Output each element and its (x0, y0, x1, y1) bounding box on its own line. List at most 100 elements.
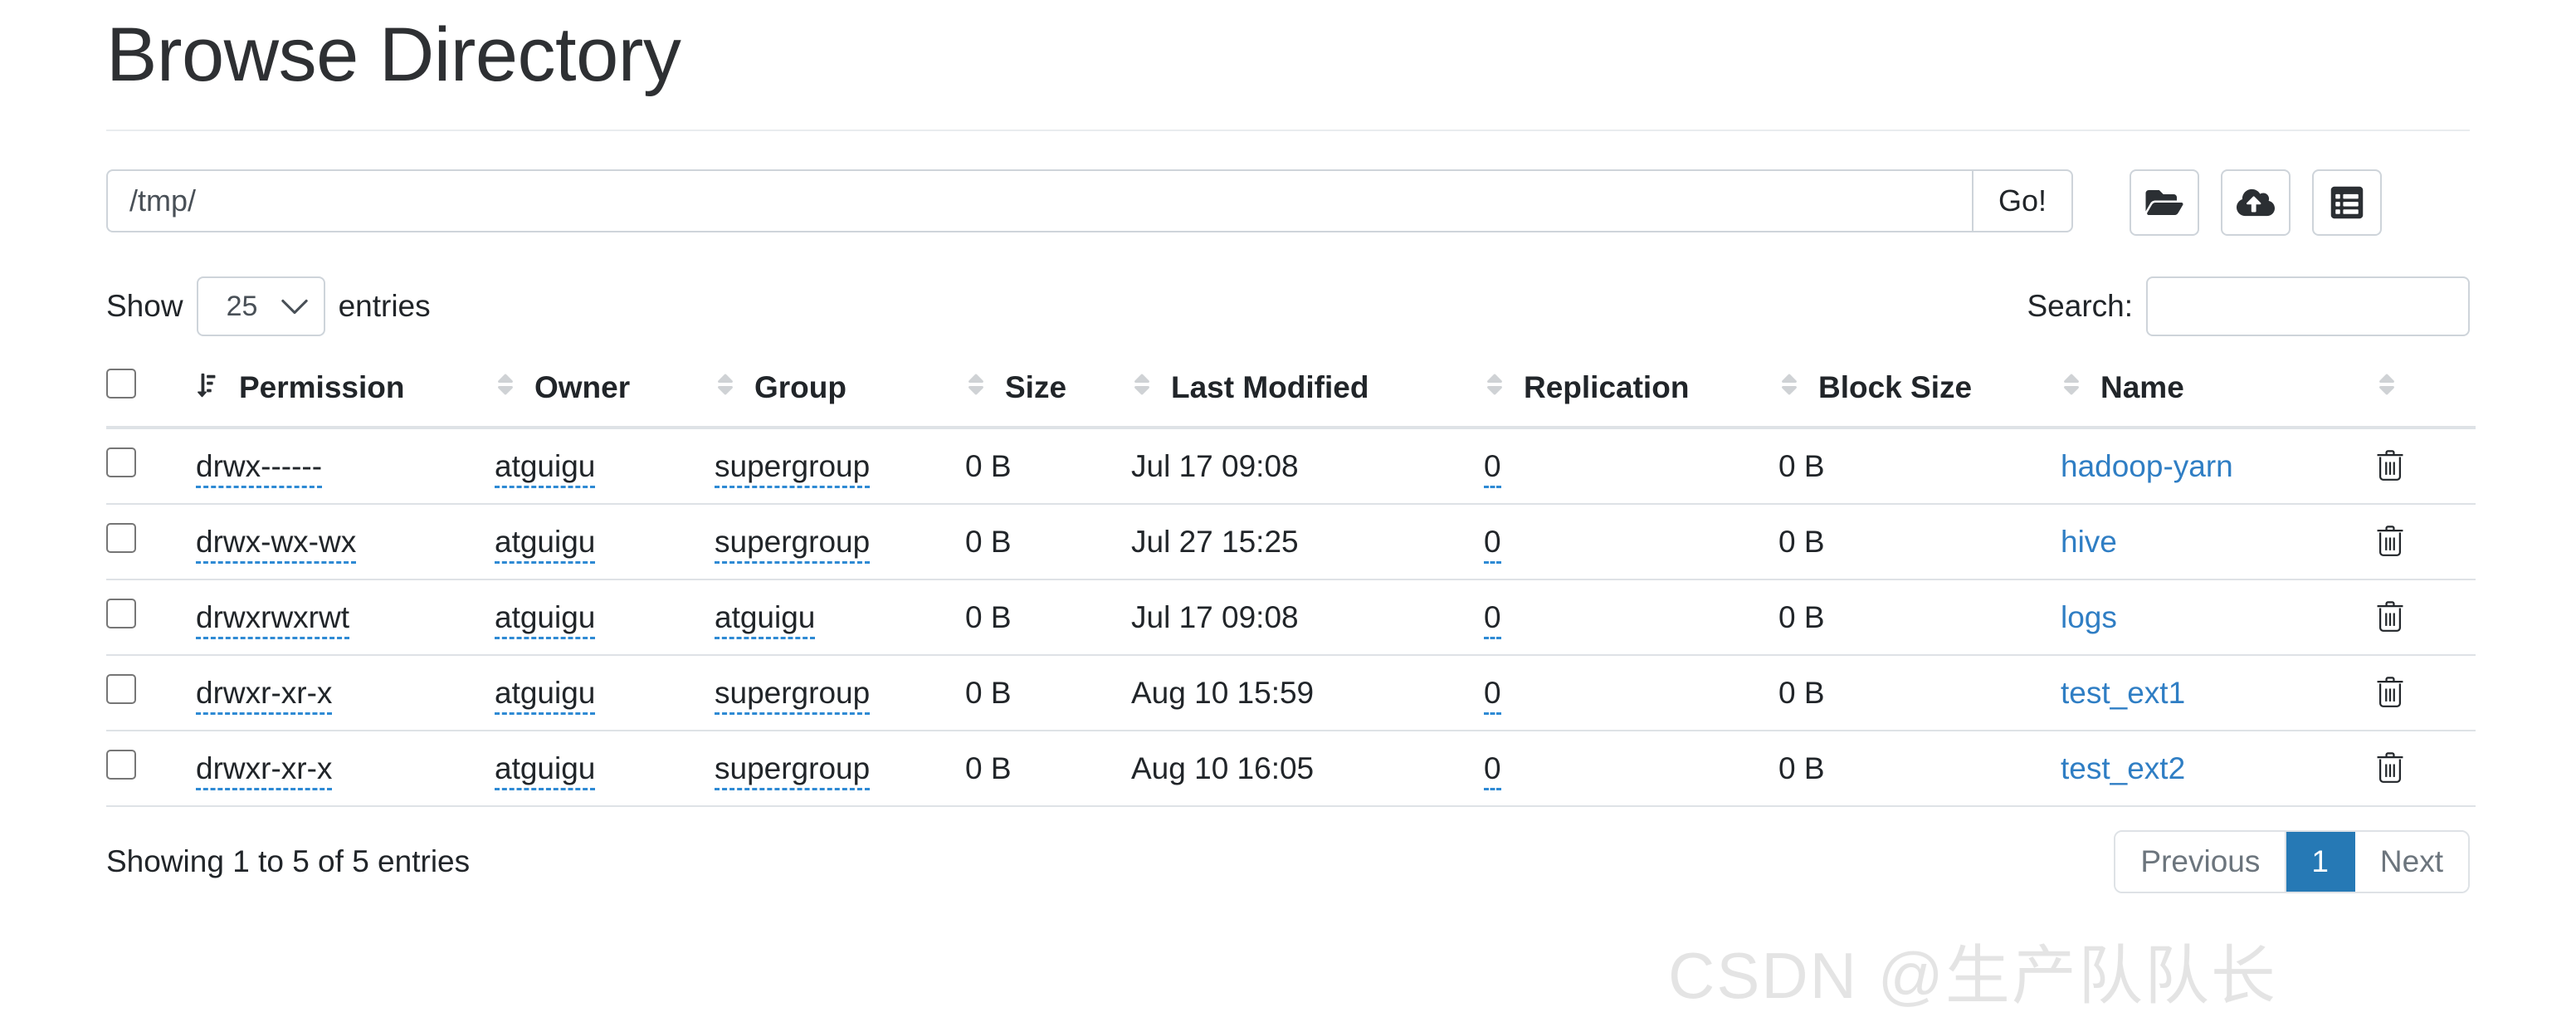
trash-icon (2376, 677, 2404, 710)
entries-select-value: 25 (226, 290, 258, 322)
cell-actions (2376, 428, 2476, 505)
column-header-replication[interactable]: Replication (1484, 357, 1778, 429)
column-label: Last Modified (1171, 369, 1369, 404)
row-checkbox[interactable] (106, 750, 136, 780)
row-checkbox[interactable] (106, 674, 136, 704)
table-footer: Showing 1 to 5 of 5 entries Previous 1 N… (106, 830, 2470, 894)
permission-editable[interactable]: drwxr-xr-x (196, 751, 333, 790)
column-header-permission[interactable]: Permission (196, 357, 495, 429)
group-editable[interactable]: supergroup (715, 524, 871, 564)
replication-editable[interactable]: 0 (1484, 524, 1501, 564)
cell-group: atguigu (715, 579, 965, 656)
entries-per-page-select[interactable]: 25 (196, 276, 325, 336)
cell-last-modified: Jul 27 15:25 (1131, 504, 1484, 580)
group-editable[interactable]: supergroup (715, 675, 871, 715)
trash-icon (2376, 752, 2404, 785)
pagination-previous[interactable]: Previous (2115, 832, 2287, 892)
delete-button[interactable] (2376, 676, 2404, 710)
sort-icon (1484, 370, 1505, 405)
directory-link[interactable]: logs (2061, 600, 2117, 634)
directory-link[interactable]: test_ext1 (2061, 676, 2185, 710)
cell-last-modified: Aug 10 15:59 (1131, 655, 1484, 731)
select-all-header (106, 357, 196, 429)
group-editable[interactable]: atguigu (715, 599, 816, 639)
column-header-size[interactable]: Size (965, 357, 1131, 429)
column-header-group[interactable]: Group (715, 357, 965, 429)
column-header-actions (2376, 357, 2476, 429)
owner-editable[interactable]: atguigu (495, 524, 596, 564)
folder-open-icon (2145, 186, 2183, 219)
table-row: drwx-wx-wx atguigu supergroup 0 B Jul 27… (106, 504, 2476, 580)
sort-icon (2061, 370, 2082, 405)
permission-editable[interactable]: drwxrwxrwt (196, 599, 349, 639)
owner-editable[interactable]: atguigu (495, 599, 596, 639)
cell-group: supergroup (715, 655, 965, 731)
cell-last-modified: Jul 17 09:08 (1131, 579, 1484, 656)
group-editable[interactable]: supergroup (715, 751, 871, 790)
delete-button[interactable] (2376, 525, 2404, 559)
table-header-row: Permission Owner Group Size Last Modifie… (106, 357, 2476, 429)
column-header-block-size[interactable]: Block Size (1778, 357, 2061, 429)
delete-button[interactable] (2376, 600, 2404, 634)
cell-name: test_ext1 (2061, 655, 2376, 731)
cell-permission: drwxr-xr-x (196, 655, 495, 731)
cell-size: 0 B (965, 731, 1131, 807)
row-checkbox[interactable] (106, 447, 136, 477)
pagination-next[interactable]: Next (2354, 832, 2468, 892)
path-input[interactable] (106, 169, 1972, 232)
cell-group: supergroup (715, 428, 965, 505)
table-controls: Show 25 entries Search: (106, 274, 2470, 339)
permission-editable[interactable]: drwxr-xr-x (196, 675, 333, 715)
cell-group: supergroup (715, 504, 965, 580)
cell-permission: drwx------ (196, 428, 495, 505)
table-row: drwx------ atguigu supergroup 0 B Jul 17… (106, 428, 2476, 505)
owner-editable[interactable]: atguigu (495, 448, 596, 488)
permission-editable[interactable]: drwx-wx-wx (196, 524, 357, 564)
replication-editable[interactable]: 0 (1484, 599, 1501, 639)
directory-link[interactable]: hadoop-yarn (2061, 449, 2233, 483)
row-checkbox[interactable] (106, 523, 136, 553)
column-label: Block Size (1818, 369, 1973, 404)
column-header-owner[interactable]: Owner (495, 357, 715, 429)
owner-editable[interactable]: atguigu (495, 751, 596, 790)
row-select-cell (106, 504, 196, 580)
pagination-page-1[interactable]: 1 (2286, 832, 2355, 892)
directory-link[interactable]: test_ext2 (2061, 751, 2185, 785)
row-select-cell (106, 579, 196, 656)
table-row: drwxr-xr-x atguigu supergroup 0 B Aug 10… (106, 731, 2476, 807)
entries-label: entries (338, 289, 431, 323)
column-header-last-modified[interactable]: Last Modified (1131, 357, 1484, 429)
sort-icon (1131, 370, 1153, 405)
search-input[interactable] (2146, 276, 2470, 336)
permission-editable[interactable]: drwx------ (196, 448, 323, 488)
column-header-name[interactable]: Name (2061, 357, 2376, 429)
group-editable[interactable]: supergroup (715, 448, 871, 488)
directory-link[interactable]: hive (2061, 525, 2117, 559)
sort-icon (495, 370, 516, 405)
cell-owner: atguigu (495, 428, 715, 505)
showing-entries-info: Showing 1 to 5 of 5 entries (106, 844, 471, 879)
cut-paste-button[interactable] (2312, 169, 2382, 236)
cell-name: hive (2061, 504, 2376, 580)
replication-editable[interactable]: 0 (1484, 751, 1501, 790)
show-label: Show (106, 289, 183, 323)
owner-editable[interactable]: atguigu (495, 675, 596, 715)
cell-replication: 0 (1484, 731, 1778, 807)
replication-editable[interactable]: 0 (1484, 448, 1501, 488)
delete-button[interactable] (2376, 449, 2404, 483)
cell-name: logs (2061, 579, 2376, 656)
replication-editable[interactable]: 0 (1484, 675, 1501, 715)
cell-replication: 0 (1484, 504, 1778, 580)
upload-files-button[interactable] (2221, 169, 2291, 236)
column-label: Owner (534, 369, 631, 404)
directory-table-body: drwx------ atguigu supergroup 0 B Jul 17… (106, 428, 2476, 807)
row-checkbox[interactable] (106, 599, 136, 628)
select-all-checkbox[interactable] (106, 369, 136, 398)
row-select-cell (106, 428, 196, 505)
sort-amount-down-icon (196, 370, 221, 405)
show-entries-control: Show 25 entries (106, 276, 431, 336)
go-button[interactable]: Go! (1971, 169, 2073, 232)
delete-button[interactable] (2376, 751, 2404, 785)
path-action-buttons (2130, 169, 2382, 236)
create-directory-button[interactable] (2130, 169, 2199, 236)
